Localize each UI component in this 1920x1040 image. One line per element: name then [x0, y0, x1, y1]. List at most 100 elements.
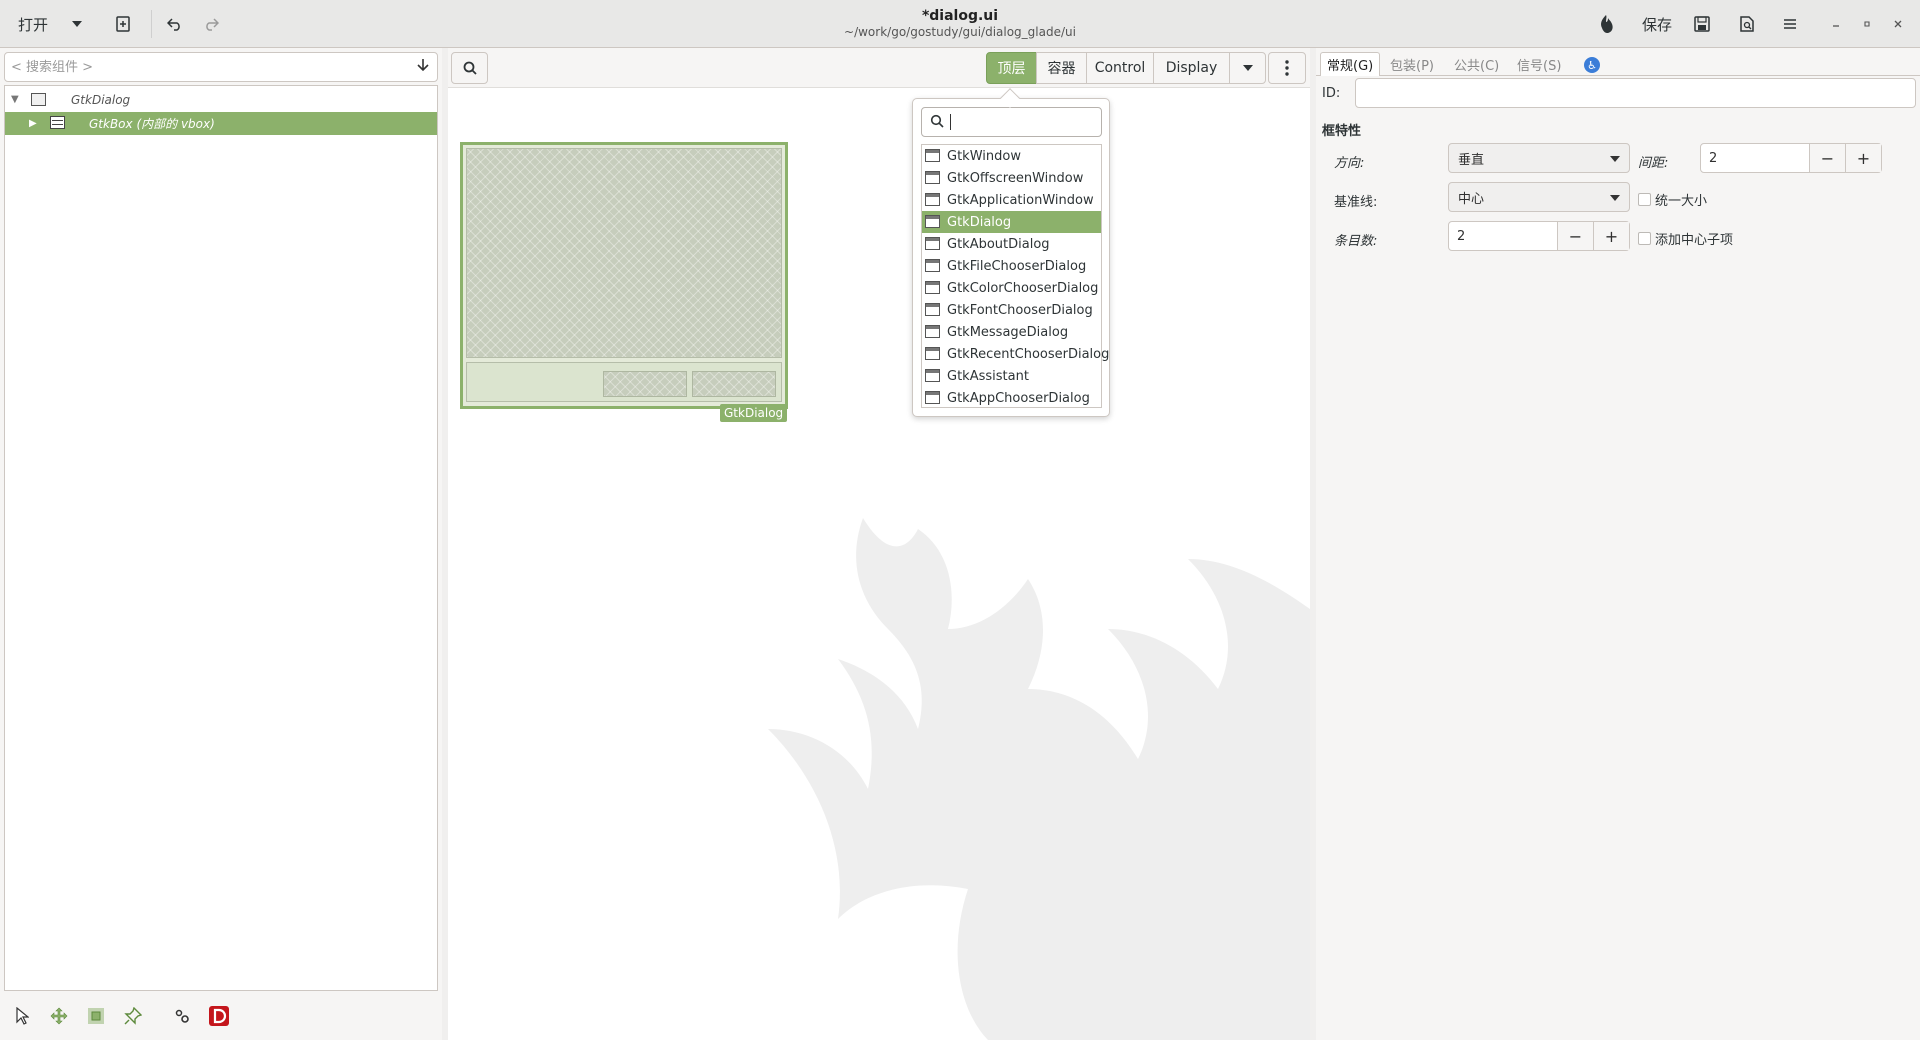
tab-display[interactable]: Display: [1153, 52, 1230, 84]
select-mode-button[interactable]: [10, 1004, 34, 1028]
drag-resize-mode-button[interactable]: [47, 1004, 71, 1028]
id-field[interactable]: [1355, 78, 1916, 108]
tab-general[interactable]: 常规(G): [1320, 52, 1381, 76]
increment-button[interactable]: +: [1593, 222, 1629, 250]
tab-packing[interactable]: 包装(P): [1384, 52, 1440, 76]
box-icon: [50, 116, 65, 129]
devhelp-icon: [209, 1006, 229, 1026]
edit-mode-toolbar: [0, 998, 442, 1040]
items-count-spinbutton[interactable]: 2 − +: [1448, 221, 1630, 251]
dialog-action-area[interactable]: [466, 362, 782, 402]
maximize-button[interactable]: [1857, 8, 1877, 40]
decrement-button[interactable]: −: [1809, 144, 1845, 172]
widget-search-box: [4, 52, 438, 82]
orientation-label: 方向:: [1334, 156, 1365, 171]
preferences-button[interactable]: [170, 1004, 194, 1028]
baseline-combo[interactable]: 中心: [1448, 182, 1630, 212]
toplevels-popover: GtkWindow GtkOffscreenWindow GtkApplicat…: [912, 98, 1110, 417]
list-item[interactable]: GtkOffscreenWindow: [922, 167, 1101, 189]
tab-signals[interactable]: 信号(S): [1511, 52, 1567, 76]
spacing-value[interactable]: 2: [1701, 144, 1809, 172]
list-item[interactable]: GtkRecentChooserDialog: [922, 343, 1109, 365]
gtkdialog-preview[interactable]: [460, 142, 788, 409]
glade-menu-button[interactable]: [1592, 8, 1620, 40]
increment-button[interactable]: +: [1845, 144, 1881, 172]
header-bar: 打开 *dialog.ui ~/work/go/gostudy/gui/dial…: [0, 0, 1920, 48]
tree-row-label: GtkDialog: [71, 92, 131, 107]
center-child-checkbox[interactable]: 添加中心子项: [1638, 229, 1733, 248]
design-area: 顶层 容器 Control Display GtkDialog: [448, 48, 1310, 1040]
checkbox-box[interactable]: [1638, 193, 1651, 206]
color-chooser-icon: [925, 281, 940, 294]
list-item[interactable]: GtkWindow: [922, 145, 1101, 167]
list-item[interactable]: GtkAboutDialog: [922, 233, 1101, 255]
tree-row-gtkbox[interactable]: ▶ GtkBox (内部的 vbox): [5, 112, 437, 135]
margins-mode-button[interactable]: [84, 1004, 108, 1028]
kebab-menu-icon: [1285, 60, 1289, 76]
center-child-label: 添加中心子项: [1655, 233, 1734, 248]
tab-containers[interactable]: 容器: [1036, 52, 1087, 84]
align-mode-button[interactable]: [121, 1004, 145, 1028]
homogeneous-checkbox[interactable]: 统一大小: [1638, 190, 1707, 209]
tab-toplevels[interactable]: 顶层: [986, 52, 1037, 84]
overflow-menu-button[interactable]: [1268, 52, 1306, 84]
more-categories-button[interactable]: [1229, 52, 1266, 84]
window-title: *dialog.ui: [921, 8, 999, 24]
list-item[interactable]: GtkApplicationWindow: [922, 189, 1101, 211]
list-item[interactable]: GtkMessageDialog: [922, 321, 1101, 343]
minimize-button[interactable]: [1826, 8, 1846, 40]
offscreen-window-icon: [925, 171, 940, 184]
inspector-panel: ▼ GtkDialog ▶ GtkBox (内部的 vbox): [0, 48, 442, 1040]
expander-open-icon[interactable]: ▼: [11, 94, 19, 105]
palette-toolbar: 顶层 容器 Control Display: [448, 48, 1310, 88]
tab-control[interactable]: Control: [1086, 52, 1154, 84]
expander-closed-icon[interactable]: ▶: [29, 118, 37, 129]
checkbox-box[interactable]: [1638, 232, 1651, 245]
property-editor: 常规(G) 包装(P) 公共(C) 信号(S) ♿ ID: 框特性 方向: 垂直…: [1316, 48, 1920, 1040]
design-canvas[interactable]: GtkDialog: [448, 89, 1310, 1040]
list-item[interactable]: GtkFileChooserDialog: [922, 255, 1101, 277]
arrow-down-icon[interactable]: [417, 57, 429, 76]
accessibility-tab-icon[interactable]: ♿: [1584, 57, 1600, 73]
margins-icon: [88, 1008, 104, 1024]
list-item[interactable]: GtkAssistant: [922, 365, 1101, 387]
file-chooser-icon: [925, 259, 940, 272]
dialog-content-area[interactable]: [466, 148, 782, 358]
save-as-button[interactable]: [1688, 8, 1716, 40]
list-item[interactable]: GtkColorChooserDialog: [922, 277, 1101, 299]
list-item[interactable]: GtkAppChooserDialog: [922, 387, 1101, 409]
app-chooser-icon: [925, 391, 940, 404]
orientation-combo[interactable]: 垂直: [1448, 143, 1630, 173]
decrement-button[interactable]: −: [1557, 222, 1593, 250]
baseline-label: 基准线:: [1334, 195, 1378, 210]
popover-search-field[interactable]: [921, 107, 1102, 137]
font-chooser-icon: [925, 303, 940, 316]
print-preview-button[interactable]: [1733, 8, 1761, 40]
text-cursor: [950, 114, 951, 130]
list-item[interactable]: GtkFontChooserDialog: [922, 299, 1101, 321]
devhelp-button[interactable]: [207, 1004, 231, 1028]
action-placeholder[interactable]: [603, 371, 687, 397]
hamburger-menu-icon: [1784, 19, 1796, 29]
action-placeholder[interactable]: [692, 371, 776, 397]
save-button[interactable]: 保存: [1636, 8, 1678, 40]
section-title: 框特性: [1322, 124, 1362, 139]
tree-row-gtkdialog[interactable]: ▼ GtkDialog: [5, 88, 437, 111]
items-count-value[interactable]: 2: [1449, 222, 1557, 250]
close-button[interactable]: [1888, 8, 1908, 40]
widget-search-input[interactable]: [11, 57, 391, 77]
spacing-spinbutton[interactable]: 2 − +: [1700, 143, 1882, 173]
dialog-icon: [925, 215, 940, 228]
document-search-icon: [1740, 16, 1754, 32]
main-menu-button[interactable]: [1776, 8, 1804, 40]
dropdown-arrow-icon: [1610, 195, 1620, 201]
message-dialog-icon: [925, 325, 940, 338]
list-item-selected[interactable]: GtkDialog: [922, 211, 1101, 233]
toplevel-widget-list: GtkWindow GtkOffscreenWindow GtkApplicat…: [921, 144, 1109, 409]
tree-row-label: GtkBox (内部的 vbox): [89, 117, 215, 131]
pin-icon: [124, 1007, 142, 1025]
dropdown-arrow-icon: [1610, 156, 1620, 162]
tab-common[interactable]: 公共(C): [1448, 52, 1505, 76]
palette-search-button[interactable]: [451, 52, 488, 84]
widget-name-tag: GtkDialog: [720, 404, 788, 422]
